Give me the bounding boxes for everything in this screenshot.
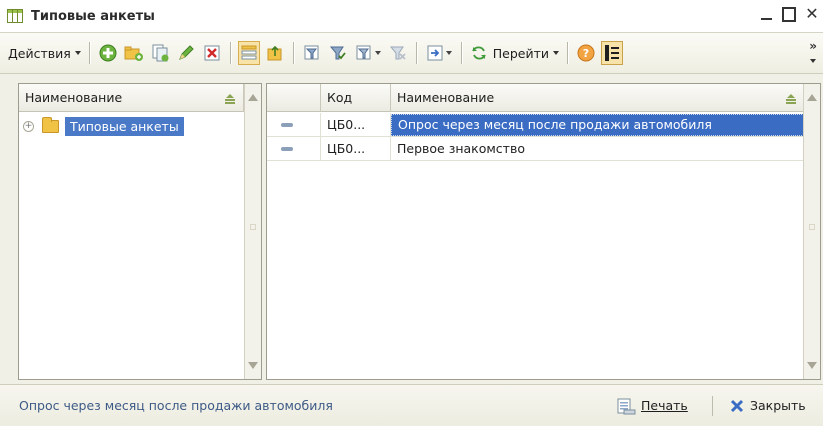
item-icon [281, 146, 293, 151]
tree-header: Наименование [19, 83, 244, 112]
tree-toggle-button[interactable] [601, 41, 623, 65]
title-bar: Типовые анкеты ✕ [0, 0, 823, 32]
tree-scrollbar[interactable] [244, 84, 261, 379]
table-icon [7, 9, 23, 23]
print-button-label: Печать [641, 398, 688, 413]
toolbar-overflow-button[interactable]: » [809, 39, 817, 53]
toolbar: Действия Перейти ? » [0, 32, 823, 74]
scroll-grip[interactable] [250, 224, 256, 230]
clear-filter-button[interactable] [387, 41, 409, 65]
expand-icon[interactable]: + [23, 120, 34, 132]
toolbar-separator [292, 42, 294, 64]
list-scrollbar[interactable] [803, 84, 820, 379]
main-area: Наименование + Типовые анкеты Код Наимен… [0, 74, 823, 384]
chevron-down-icon [810, 59, 816, 63]
refresh-icon [471, 46, 486, 60]
filter-value-button[interactable] [301, 41, 323, 65]
tree-view-icon [605, 45, 619, 61]
column-header-name[interactable]: Наименование [19, 83, 244, 112]
toolbar-separator [88, 42, 90, 64]
column-header-icon[interactable] [267, 83, 321, 112]
filter-list-icon [356, 45, 371, 60]
chevron-down-icon [74, 51, 81, 55]
status-text: Опрос через месяц после продажи автомоби… [19, 398, 333, 413]
folder-up-icon [267, 45, 282, 61]
delete-icon [204, 45, 220, 61]
maximize-button[interactable] [782, 6, 796, 22]
export-icon [427, 45, 443, 61]
list-view-icon [241, 45, 257, 60]
sort-icon [225, 93, 235, 102]
name-cell: Опрос через месяц после продажи автомоби… [391, 113, 804, 136]
pencil-icon [178, 45, 194, 60]
actions-menu[interactable]: Действия [5, 41, 84, 65]
column-header-label: Код [327, 90, 353, 105]
add-button[interactable] [97, 41, 119, 65]
code-cell: ЦБ0... [321, 112, 391, 137]
help-button[interactable]: ? [575, 41, 597, 65]
folder-icon [42, 116, 59, 133]
sort-icon [786, 93, 796, 102]
chevron-down-icon [445, 51, 452, 55]
hierarchy-view-button[interactable] [237, 41, 260, 65]
item-icon [281, 122, 293, 127]
level-up-button[interactable] [264, 41, 286, 65]
column-header-label: Наименование [25, 90, 123, 105]
close-icon [730, 399, 744, 412]
row-icon-cell [267, 136, 321, 161]
close-button[interactable]: Закрыть [730, 398, 806, 413]
add-folder-icon [124, 46, 143, 61]
chevron-down-icon [374, 51, 381, 55]
filter-history-button[interactable] [353, 41, 383, 65]
table-row[interactable]: ЦБ0... Первое знакомство [267, 136, 804, 161]
output-list-button[interactable] [424, 41, 454, 65]
name-cell: Первое знакомство [397, 141, 525, 156]
column-header-code[interactable]: Код [321, 83, 391, 112]
row-icon-cell [267, 112, 321, 137]
list-header: Код Наименование [267, 83, 804, 112]
items-list-panel: Код Наименование ЦБ0... Опрос через меся… [266, 83, 821, 380]
help-icon: ? [577, 44, 595, 62]
footer-bar: Опрос через месяц после продажи автомоби… [0, 384, 823, 426]
column-header-name[interactable]: Наименование [391, 84, 804, 112]
tree-item[interactable]: + Типовые анкеты [23, 115, 184, 137]
toolbar-separator [460, 42, 462, 64]
toolbar-separator [229, 42, 231, 64]
svg-text:?: ? [583, 47, 589, 60]
filter-check-icon [329, 46, 346, 60]
copy-icon [152, 44, 169, 62]
print-button[interactable]: Печать [616, 397, 688, 415]
edit-button[interactable] [175, 41, 197, 65]
delete-button[interactable] [201, 41, 223, 65]
code-cell: ЦБ0... [321, 136, 391, 161]
close-window-button[interactable]: ✕ [805, 6, 819, 22]
toolbar-separator [415, 42, 417, 64]
toolbar-separator [567, 42, 568, 64]
filter-icon [304, 45, 319, 60]
tree-item-label: Типовые анкеты [65, 116, 184, 136]
filter-off-icon [389, 46, 406, 60]
actions-menu-label: Действия [8, 45, 71, 61]
column-header-label: Наименование [397, 90, 495, 105]
scroll-grip[interactable] [809, 224, 815, 230]
close-button-label: Закрыть [750, 398, 806, 413]
scroll-up-icon[interactable] [807, 94, 817, 101]
minimize-button[interactable] [759, 6, 773, 22]
scroll-down-icon[interactable] [248, 362, 258, 369]
goto-menu-label: Перейти [492, 45, 549, 61]
window-title: Типовые анкеты [31, 8, 155, 24]
chevron-down-icon [553, 51, 559, 55]
copy-button[interactable] [149, 41, 171, 65]
add-icon [99, 44, 117, 62]
scroll-up-icon[interactable] [248, 94, 258, 101]
footer-separator [712, 396, 713, 416]
group-tree-panel: Наименование + Типовые анкеты [18, 83, 262, 380]
scroll-down-icon[interactable] [807, 362, 817, 369]
print-icon [617, 398, 636, 414]
add-group-button[interactable] [123, 41, 145, 65]
set-filter-button[interactable] [327, 41, 349, 65]
goto-menu[interactable]: Перейти [467, 41, 562, 65]
table-row[interactable]: ЦБ0... Опрос через месяц после продажи а… [267, 112, 804, 137]
